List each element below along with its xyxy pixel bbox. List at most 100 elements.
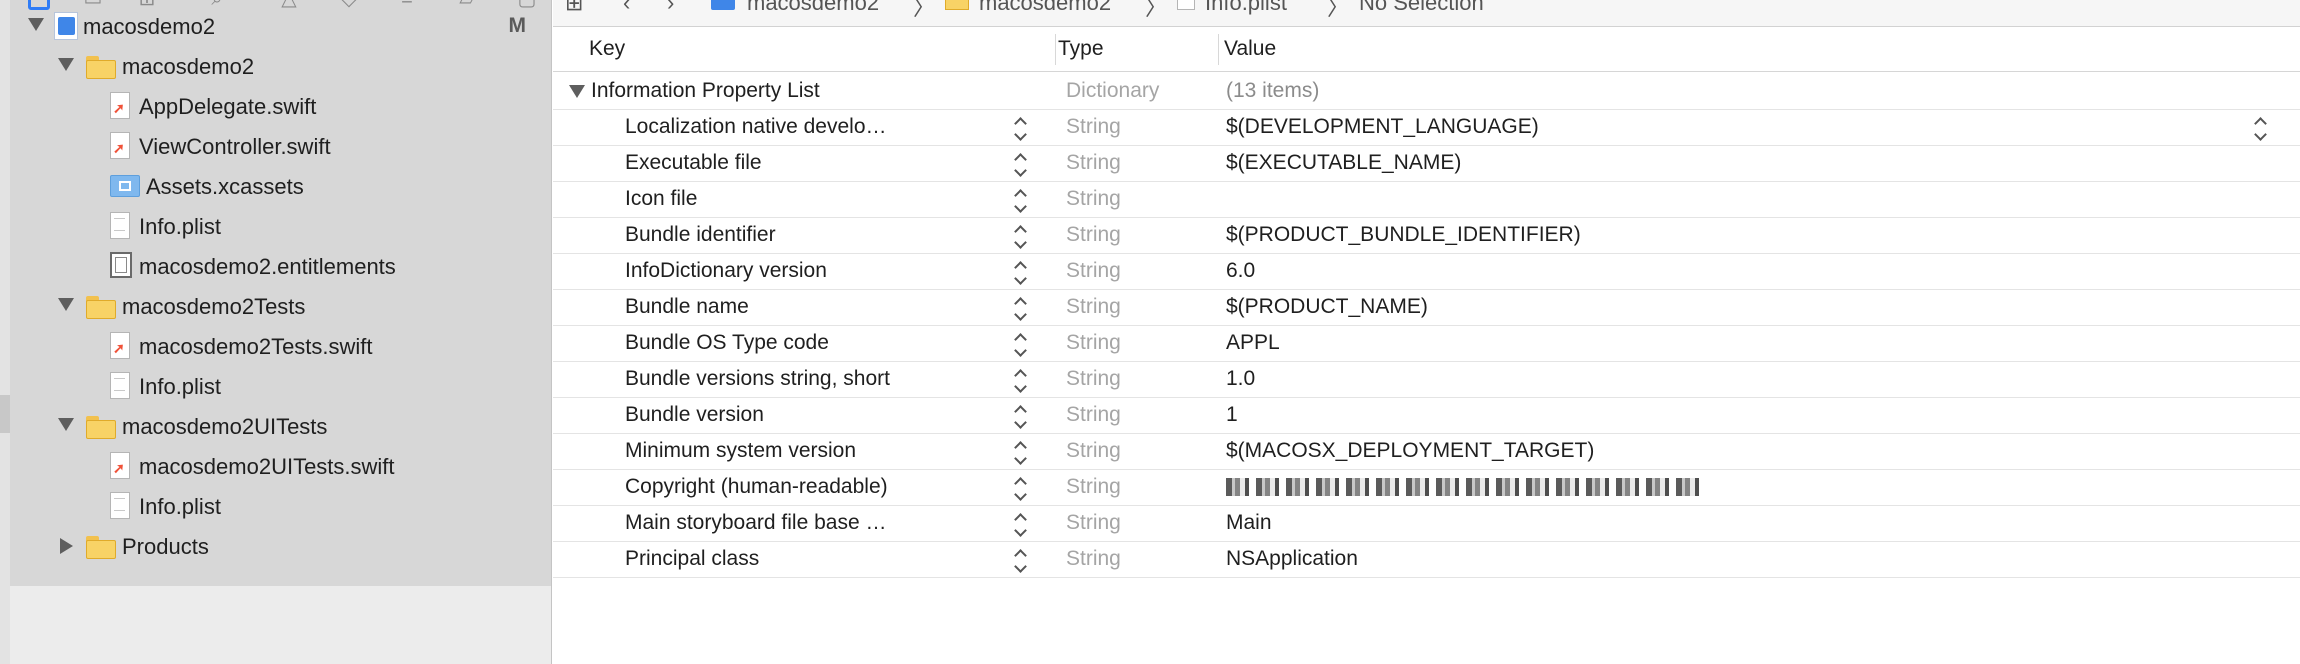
back-arrow-icon[interactable]: ‹ [623,0,630,16]
plist-type[interactable]: String [1066,115,1121,139]
plist-value[interactable]: $(DEVELOPMENT_LANGUAGE) [1226,115,1539,139]
plist-type[interactable]: String [1066,187,1121,211]
forward-arrow-icon[interactable]: › [667,0,674,16]
navigator-row[interactable]: macosdemo2 [10,46,551,86]
key-popup-stepper-icon[interactable] [1014,225,1028,249]
navigator-row[interactable]: Info.plist [10,366,551,406]
plist-row[interactable]: Bundle version String 1 [553,398,2300,434]
column-divider[interactable] [1055,34,1056,65]
disclosure-open-icon[interactable] [58,418,74,431]
disclosure-open-icon[interactable] [58,298,74,311]
plist-key[interactable]: Bundle name [625,295,893,319]
plist-type[interactable]: String [1066,511,1121,535]
window-edge-strip [0,0,10,664]
related-items-icon[interactable]: ⊞ [565,0,583,16]
navigator-row[interactable]: ➚ macosdemo2Tests.swift [10,326,551,366]
plist-value[interactable]: $(EXECUTABLE_NAME) [1226,151,1461,175]
key-popup-stepper-icon[interactable] [1014,477,1028,501]
jumpbar-crumb-project[interactable]: macosdemo2 [747,0,879,16]
navigator-row[interactable]: ➚ macosdemo2UITests.swift [10,446,551,486]
navigator-row[interactable]: Products [10,526,551,566]
navigator-row[interactable]: macosdemo2UITests [10,406,551,446]
plist-value[interactable]: $(PRODUCT_NAME) [1226,295,1428,319]
navigator-row[interactable]: ➚ ViewController.swift [10,126,551,166]
column-header-type[interactable]: Type [1058,37,1104,61]
plist-row[interactable]: Localization native development re... Str… [553,110,2300,146]
plist-row[interactable]: Bundle OS Type code String APPL [553,326,2300,362]
jumpbar-crumb-selection[interactable]: No Selection [1359,0,1484,16]
plist-value[interactable]: 1 [1226,403,1238,427]
plist-value[interactable]: Main [1226,511,1272,535]
plist-row[interactable]: InfoDictionary version String 6.0 [553,254,2300,290]
plist-key[interactable]: Minimum system version [625,439,893,463]
key-popup-stepper-icon[interactable] [1014,369,1028,393]
value-popup-stepper-icon[interactable] [2254,117,2268,141]
disclosure-closed-icon[interactable] [60,538,73,554]
plist-row[interactable]: Main storyboard file base name String Main [553,506,2300,542]
plist-row[interactable]: Bundle identifier String $(PRODUCT_BUNDLE_… [553,218,2300,254]
plist-value[interactable]: 6.0 [1226,259,1255,283]
plist-type[interactable]: String [1066,259,1121,283]
plist-type[interactable]: String [1066,403,1121,427]
key-popup-stepper-icon[interactable] [1014,333,1028,357]
plist-row[interactable]: Bundle versions string, short String 1.0 [553,362,2300,398]
navigator-row[interactable]: Info.plist [10,206,551,246]
plist-row[interactable]: Bundle name String $(PRODUCT_NAME) [553,290,2300,326]
plist-key[interactable]: Executable file [625,151,893,175]
key-popup-stepper-icon[interactable] [1014,405,1028,429]
plist-row[interactable]: Executable file String $(EXECUTABLE_NAME) [553,146,2300,182]
navigator-row[interactable]: macosdemo2.entitlements [10,246,551,286]
navigator-row[interactable]: ➚ AppDelegate.swift [10,86,551,126]
plist-value[interactable]: APPL [1226,331,1280,355]
key-popup-stepper-icon[interactable] [1014,549,1028,573]
plist-key[interactable]: Localization native development re... [625,115,893,139]
plist-value[interactable] [1226,475,1706,499]
jumpbar-crumb-group[interactable]: macosdemo2 [979,0,1111,16]
plist-key[interactable]: Bundle OS Type code [625,331,893,355]
plist-type[interactable]: String [1066,151,1121,175]
plist-value[interactable]: 1.0 [1226,367,1255,391]
navigator-row[interactable]: macosdemo2Tests [10,286,551,326]
plist-key[interactable]: Bundle version [625,403,893,427]
navigator-row[interactable]: macosdemo2 M [10,6,551,46]
plist-value[interactable]: $(MACOSX_DEPLOYMENT_TARGET) [1226,439,1594,463]
disclosure-open-icon[interactable] [28,18,44,31]
plist-key[interactable]: Icon file [625,187,893,211]
plist-key[interactable]: InfoDictionary version [625,259,893,283]
plist-key[interactable]: Main storyboard file base name [625,511,893,535]
plist-type[interactable]: Dictionary [1066,79,1159,103]
plist-type[interactable]: String [1066,475,1121,499]
plist-type[interactable]: String [1066,367,1121,391]
plist-row[interactable]: Principal class String NSApplication [553,542,2300,578]
plist-type[interactable]: String [1066,295,1121,319]
plist-type[interactable]: String [1066,439,1121,463]
key-popup-stepper-icon[interactable] [1014,297,1028,321]
plist-key[interactable]: Bundle versions string, short [625,367,893,391]
disclosure-triangle-icon[interactable] [569,85,585,98]
column-divider[interactable] [1218,34,1219,65]
plist-root-row[interactable]: Information Property List Dictionary (13… [553,74,2300,110]
plist-row[interactable]: Icon file String [553,182,2300,218]
plist-type[interactable]: String [1066,547,1121,571]
plist-type[interactable]: String [1066,331,1121,355]
plist-key[interactable]: Copyright (human-readable) [625,475,893,499]
plist-value[interactable]: $(PRODUCT_BUNDLE_IDENTIFIER) [1226,223,1581,247]
column-header-value[interactable]: Value [1224,37,1276,61]
plist-row[interactable]: Minimum system version String $(MACOSX_DEP… [553,434,2300,470]
key-popup-stepper-icon[interactable] [1014,441,1028,465]
jumpbar-crumb-file[interactable]: Info.plist [1205,0,1287,16]
key-popup-stepper-icon[interactable] [1014,513,1028,537]
plist-value[interactable]: NSApplication [1226,547,1358,571]
column-header-key[interactable]: Key [589,37,625,61]
key-popup-stepper-icon[interactable] [1014,261,1028,285]
disclosure-open-icon[interactable] [58,58,74,71]
plist-key[interactable]: Bundle identifier [625,223,893,247]
key-popup-stepper-icon[interactable] [1014,189,1028,213]
key-popup-stepper-icon[interactable] [1014,117,1028,141]
navigator-row[interactable]: Info.plist [10,486,551,526]
plist-row[interactable]: Copyright (human-readable) String [553,470,2300,506]
plist-type[interactable]: String [1066,223,1121,247]
navigator-row[interactable]: Assets.xcassets [10,166,551,206]
plist-key[interactable]: Principal class [625,547,893,571]
key-popup-stepper-icon[interactable] [1014,153,1028,177]
